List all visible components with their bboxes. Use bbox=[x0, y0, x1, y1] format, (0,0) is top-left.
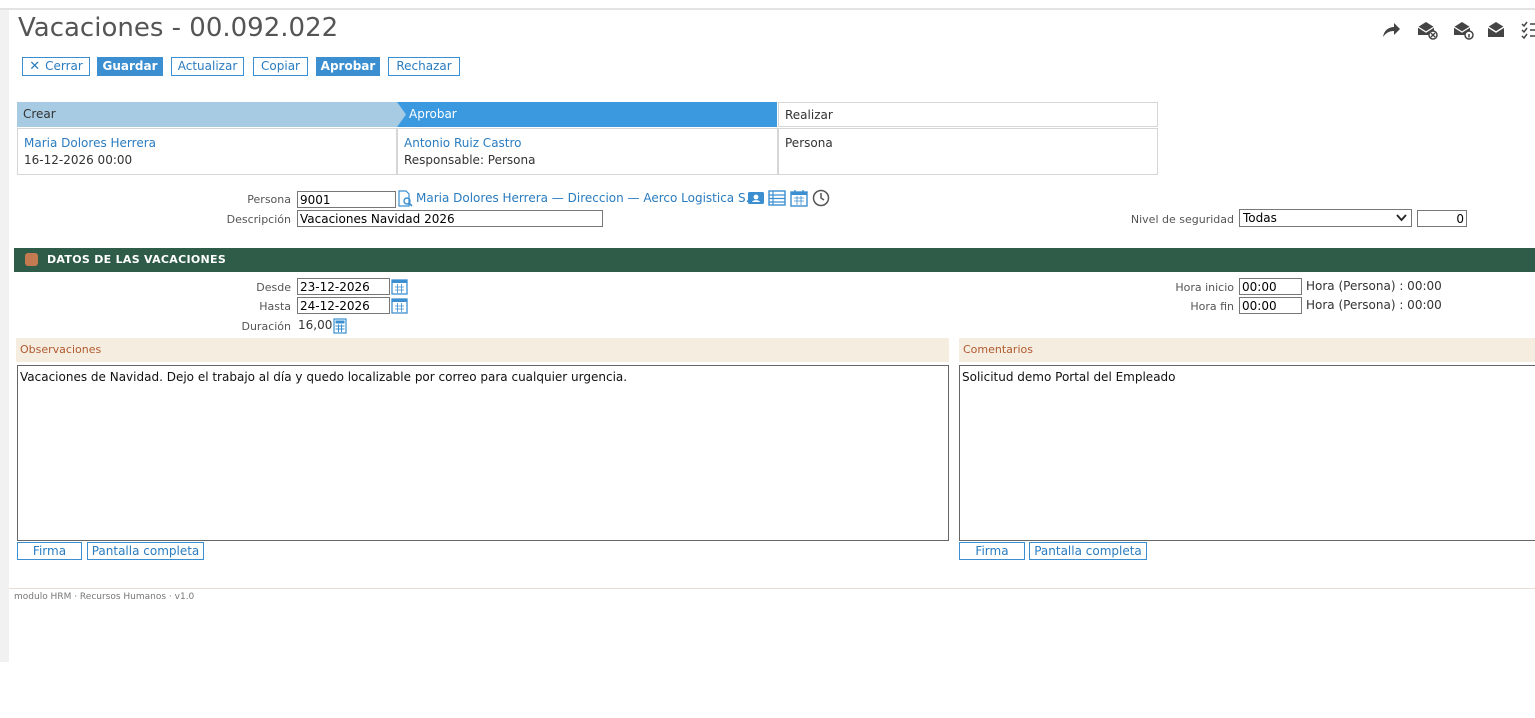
person-search-icon[interactable] bbox=[397, 190, 414, 211]
nivel-seguridad-select[interactable]: Todas bbox=[1239, 209, 1412, 227]
calendar-icon[interactable] bbox=[790, 189, 808, 210]
desde-input[interactable] bbox=[297, 278, 390, 295]
hora-inicio-input[interactable] bbox=[1239, 278, 1302, 295]
aprobar-person-link[interactable]: Antonio Ruiz Castro bbox=[404, 136, 522, 150]
chevron-down-icon bbox=[1396, 214, 1407, 222]
descripcion-input[interactable] bbox=[297, 210, 603, 227]
duracion-label: Duración bbox=[241, 320, 291, 333]
mail-remove-icon[interactable] bbox=[1416, 18, 1438, 42]
workflow-table: Crear Aprobar Realizar Maria Dolores Her… bbox=[17, 102, 1158, 175]
workflow-cell-crear: Maria Dolores Herrera 16-12-2026 00:00 bbox=[17, 128, 397, 175]
calculator-icon[interactable] bbox=[333, 318, 347, 337]
checklist-icon[interactable] bbox=[1520, 18, 1535, 42]
top-border bbox=[0, 8, 1535, 10]
desde-label: Desde bbox=[256, 281, 291, 294]
section-title: DATOS DE LAS VACACIONES bbox=[47, 253, 227, 266]
workflow-step-realizar: Realizar bbox=[778, 102, 1158, 127]
persona-input[interactable] bbox=[297, 191, 396, 208]
comentarios-pantalla-button[interactable]: Pantalla completa bbox=[1029, 542, 1147, 560]
section-square-icon bbox=[25, 253, 38, 266]
nivel-seguridad-number[interactable] bbox=[1417, 210, 1467, 227]
copiar-button[interactable]: Copiar bbox=[253, 57, 308, 76]
observaciones-header: Observaciones bbox=[16, 338, 949, 362]
left-gutter bbox=[0, 10, 9, 662]
list-icon[interactable] bbox=[768, 190, 786, 209]
hora-inicio-info: Hora (Persona) : 00:00 bbox=[1306, 279, 1442, 293]
comentarios-firma-button[interactable]: Firma bbox=[959, 542, 1025, 560]
crear-person-link[interactable]: Maria Dolores Herrera bbox=[24, 136, 156, 150]
duracion-value: 16,00 bbox=[298, 318, 333, 332]
hasta-label: Hasta bbox=[259, 300, 291, 313]
clock-icon[interactable] bbox=[812, 189, 830, 210]
observaciones-firma-button[interactable]: Firma bbox=[17, 542, 82, 560]
section-header: DATOS DE LAS VACACIONES bbox=[14, 248, 1535, 272]
contact-card-icon[interactable] bbox=[747, 190, 765, 209]
hasta-input[interactable] bbox=[297, 297, 390, 314]
rechazar-button[interactable]: Rechazar bbox=[388, 57, 460, 76]
close-icon: ✕ bbox=[29, 59, 41, 74]
aprobar-responsable: Responsable: Persona bbox=[404, 153, 536, 167]
actualizar-button[interactable]: Actualizar bbox=[171, 57, 244, 76]
aprobar-button[interactable]: Aprobar bbox=[316, 57, 380, 76]
hora-fin-info: Hora (Persona) : 00:00 bbox=[1306, 298, 1442, 312]
guardar-button[interactable]: Guardar bbox=[97, 57, 163, 76]
cerrar-button[interactable]: ✕ Cerrar bbox=[22, 57, 90, 76]
workflow-cell-aprobar: Antonio Ruiz Castro Responsable: Persona bbox=[397, 128, 778, 175]
persona-link[interactable]: Maria Dolores Herrera — Direccion — Aerc… bbox=[416, 191, 761, 205]
comentarios-header: Comentarios bbox=[959, 338, 1535, 362]
workflow-cell-realizar: Persona bbox=[778, 128, 1158, 175]
share-icon[interactable] bbox=[1380, 18, 1402, 42]
realizar-persona: Persona bbox=[785, 136, 833, 150]
workflow-step-crear: Crear bbox=[17, 102, 397, 127]
desde-calendar-icon[interactable] bbox=[391, 277, 408, 298]
hora-fin-label: Hora fin bbox=[1190, 300, 1234, 313]
observaciones-pantalla-button[interactable]: Pantalla completa bbox=[87, 542, 204, 560]
workflow-step-aprobar: Aprobar bbox=[397, 102, 777, 127]
step-arrow-icon bbox=[397, 102, 406, 127]
comentarios-textarea[interactable]: Solicitud demo Portal del Empleado bbox=[959, 365, 1535, 541]
footer-text: modulo HRM · Recursos Humanos · v1.0 bbox=[14, 592, 195, 602]
mail-open-icon[interactable] bbox=[1486, 18, 1508, 42]
page-title: Vacaciones - 00.092.022 bbox=[18, 13, 339, 43]
hora-inicio-label: Hora inicio bbox=[1175, 281, 1234, 294]
hasta-calendar-icon[interactable] bbox=[391, 296, 408, 317]
nivel-seguridad-label: Nivel de seguridad bbox=[1130, 213, 1234, 226]
observaciones-textarea[interactable]: Vacaciones de Navidad. Dejo el trabajo a… bbox=[17, 365, 949, 541]
persona-label: Persona bbox=[247, 193, 291, 206]
mail-info-icon[interactable] bbox=[1452, 18, 1474, 42]
descripcion-label: Descripción bbox=[226, 213, 291, 226]
hora-fin-input[interactable] bbox=[1239, 297, 1302, 314]
crear-date: 16-12-2026 00:00 bbox=[24, 153, 133, 167]
footer-divider bbox=[9, 588, 1535, 589]
